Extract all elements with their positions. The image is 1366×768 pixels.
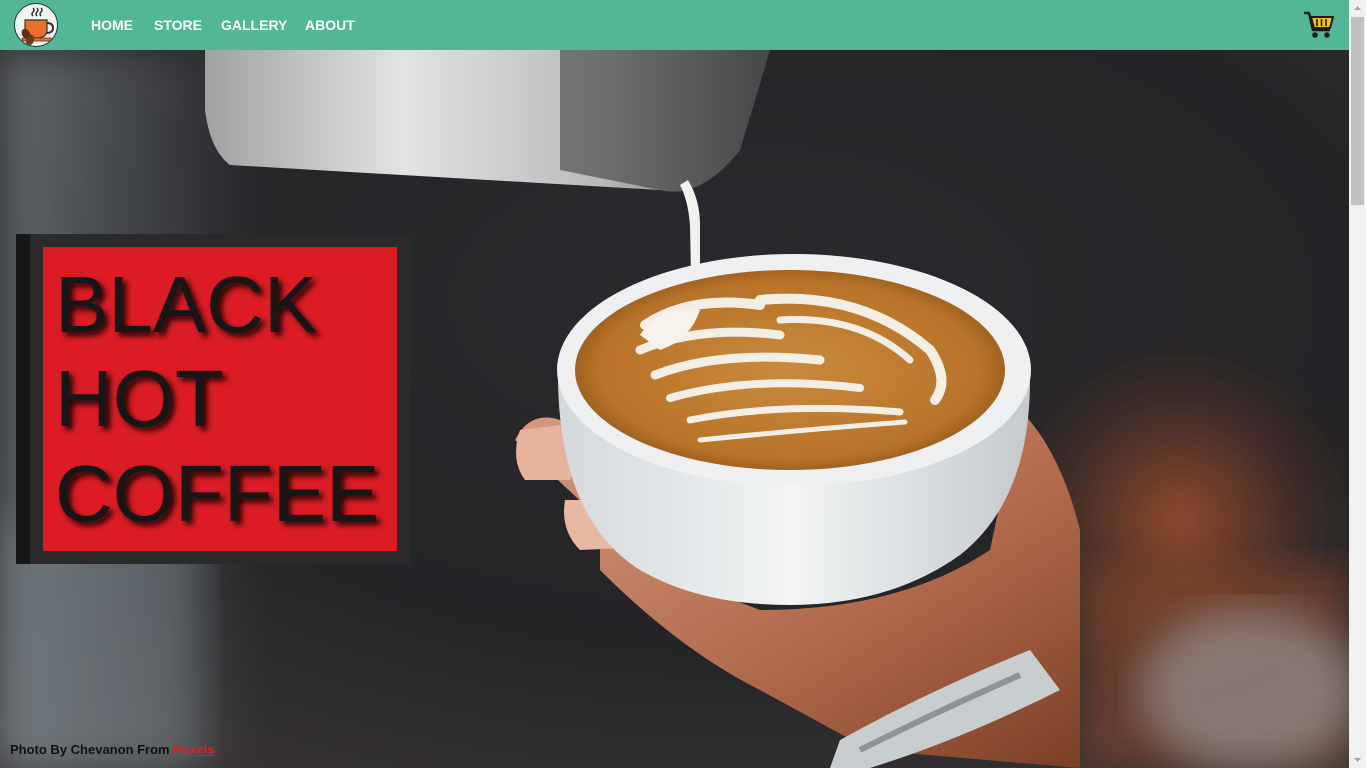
hero-title-line-1: BLACK — [55, 260, 318, 349]
scroll-up-arrow-icon[interactable] — [1349, 0, 1366, 17]
scroll-down-arrow-icon[interactable] — [1349, 751, 1366, 768]
nav-about[interactable]: ABOUT — [305, 17, 355, 33]
hero-title-panel: BLACK HOT COFFEE — [43, 247, 397, 551]
nav-gallery[interactable]: GALLERY — [221, 17, 287, 33]
nav-store[interactable]: STORE — [154, 17, 202, 33]
nav-home[interactable]: HOME — [91, 17, 133, 33]
photo-credit-text: Photo By Chevanon From — [10, 742, 170, 757]
navbar: HOME STORE GALLERY ABOUT — [0, 0, 1349, 50]
shopping-cart-icon[interactable] — [1303, 10, 1335, 40]
photo-credit-source-link[interactable]: Pexels — [173, 742, 214, 757]
vertical-scrollbar[interactable] — [1349, 0, 1366, 768]
hero-title-line-3: COFFEE — [55, 449, 380, 538]
hero-title-card: BLACK HOT COFFEE — [16, 234, 410, 564]
scrollbar-thumb[interactable] — [1351, 17, 1364, 205]
coffee-cup-logo-icon[interactable] — [14, 3, 58, 47]
hero-section: BLACK HOT COFFEE — [0, 50, 1349, 768]
hero-title-line-2: HOT — [55, 354, 224, 443]
photo-credit: Photo By Chevanon From Pexels — [10, 742, 214, 757]
page: HOME STORE GALLERY ABOUT BLACK HOT COFFE… — [0, 0, 1366, 768]
